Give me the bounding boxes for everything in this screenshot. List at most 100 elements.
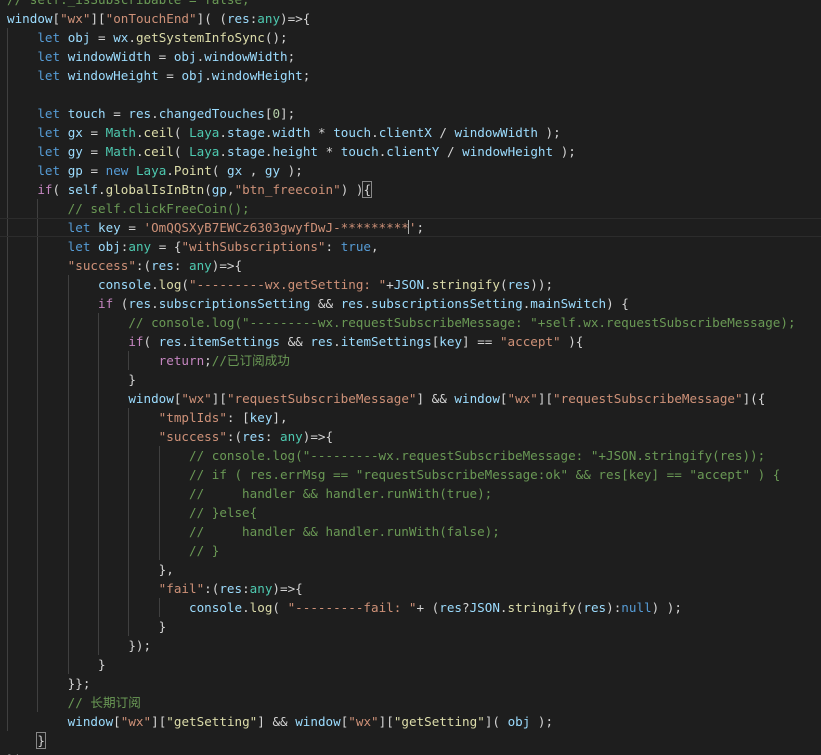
code-token: ): (606, 600, 622, 615)
code-line[interactable]: if( self.globalIsInBtn(gp,"btn_freecoin"… (0, 180, 821, 199)
code-line[interactable]: // 长期订阅 (0, 693, 821, 712)
code-line[interactable]: // console.log("---------wx.requestSubsc… (0, 313, 821, 332)
code-line[interactable]: "success":(res: any)=>{ (0, 256, 821, 275)
code-line[interactable]: }}; (0, 674, 821, 693)
code-token: window (454, 391, 500, 406)
code-token: ( (52, 182, 68, 197)
code-token: ( (211, 163, 227, 178)
code-token: ][ (378, 714, 394, 729)
code-line[interactable]: }); (0, 750, 821, 755)
code-line[interactable]: } (0, 370, 821, 389)
code-token: ( (173, 125, 190, 140)
code-token: window (295, 714, 341, 729)
code-token: windowWidth (454, 125, 538, 140)
code-line[interactable]: console.log( "---------fail: "+ (res?JSO… (0, 598, 821, 617)
code-token: = { (151, 239, 182, 254)
code-line[interactable]: window["wx"]["getSetting"] && window["wx… (0, 712, 821, 731)
code-token: . (371, 125, 379, 140)
code-token: clientX (378, 125, 432, 140)
code-token: if (37, 182, 53, 197)
code-token: = (82, 125, 106, 140)
code-token: any (128, 239, 152, 254)
code-token: stringify (507, 600, 576, 615)
code-token: gp (67, 163, 83, 178)
code-line[interactable]: window["wx"]["onTouchEnd"]( (res:any)=>{ (0, 9, 821, 28)
code-token: ][ (537, 391, 554, 406)
code-token: } (7, 657, 106, 672)
code-line[interactable] (0, 85, 821, 104)
code-token: . (333, 334, 341, 349)
code-token: : (325, 239, 341, 254)
code-line[interactable]: window["wx"]["requestSubscribeMessage"] … (0, 389, 821, 408)
code-token: : [ (226, 410, 250, 425)
code-line[interactable]: // self._isSubscribable = false; (0, 0, 821, 9)
code-line[interactable]: "success":(res: any)=>{ (0, 427, 821, 446)
code-token: ? (461, 600, 470, 615)
code-line[interactable]: // }else{ (0, 503, 821, 522)
code-line[interactable]: // handler && handler.runWith(true); (0, 484, 821, 503)
code-line[interactable]: // } (0, 541, 821, 560)
code-token: ); (553, 144, 576, 159)
code-token: console (98, 277, 152, 292)
code-line[interactable]: let windowWidth = obj.windowWidth; (0, 47, 821, 66)
code-line[interactable]: console.log("---------wx.getSetting: "+J… (0, 275, 821, 294)
code-line[interactable]: // handler && handler.runWith(false); (0, 522, 821, 541)
code-line[interactable]: "tmplIds": [key], (0, 408, 821, 427)
code-line[interactable]: // console.log("---------wx.requestSubsc… (0, 446, 821, 465)
code-token: // handler && handler.runWith(false); (188, 524, 500, 539)
code-token: } (7, 619, 167, 634)
code-line[interactable]: // self.clickFreeCoin(); (0, 199, 821, 218)
code-token: let (67, 239, 91, 254)
code-line[interactable]: if (res.subscriptionsSetting && res.subs… (0, 294, 821, 313)
code-line[interactable]: "fail":(res:any)=>{ (0, 579, 821, 598)
code-token: Laya (135, 163, 167, 178)
code-line[interactable]: } (0, 731, 821, 750)
code-token: let (67, 220, 91, 235)
code-token: getSystemInfoSync (135, 30, 265, 45)
code-line[interactable]: let gp = new Laya.Point( gx , gy ); (0, 161, 821, 180)
code-token: Laya (189, 125, 220, 140)
code-line[interactable]: let key = 'OmQQSXyB7EWCz6303gwyfDwJ-****… (0, 218, 821, 237)
code-token: //已订阅成功 (211, 353, 290, 368)
code-token: // }else{ (188, 505, 258, 520)
code-token: wx (113, 30, 129, 45)
code-line[interactable]: let gx = Math.ceil( Laya.stage.width * t… (0, 123, 821, 142)
code-token: = (105, 106, 129, 121)
code-line[interactable]: }, (0, 560, 821, 579)
code-token: . (264, 125, 273, 140)
code-line[interactable]: let touch = res.changedTouches[0]; (0, 104, 821, 123)
code-token: "fail" (158, 581, 205, 596)
code-line[interactable]: let windowHeight = obj.windowHeight; (0, 66, 821, 85)
code-line[interactable]: if( res.itemSettings && res.itemSettings… (0, 332, 821, 351)
code-token: :( (226, 429, 243, 444)
code-line[interactable]: let obj = wx.getSystemInfoSync(); (0, 28, 821, 47)
code-token: :( (204, 581, 220, 596)
code-line[interactable]: } (0, 617, 821, 636)
code-line[interactable]: } (0, 655, 821, 674)
code-token: windowHeight (67, 68, 159, 83)
code-token: )=>{ (272, 581, 303, 596)
code-line[interactable]: let obj:any = {"withSubscriptions": true… (0, 237, 821, 256)
code-token: )=>{ (302, 429, 334, 444)
code-line[interactable]: return;//已订阅成功 (0, 351, 821, 370)
code-token: + ( (416, 600, 440, 615)
code-token: 'OmQQSXyB7EWCz6303gwyfDwJ-********* (143, 220, 409, 235)
code-token: res (583, 600, 607, 615)
code-line[interactable]: let gy = Math.ceil( Laya.stage.height * … (0, 142, 821, 161)
code-token: . (242, 600, 250, 615)
code-line[interactable]: // if ( res.errMsg == "requestSubscribeM… (0, 465, 821, 484)
code-line[interactable]: }); (0, 636, 821, 655)
code-token: ]( ( (196, 11, 227, 26)
code-editor[interactable]: // self._isSubscribable = false;window["… (0, 0, 821, 755)
code-token: console (188, 600, 243, 615)
